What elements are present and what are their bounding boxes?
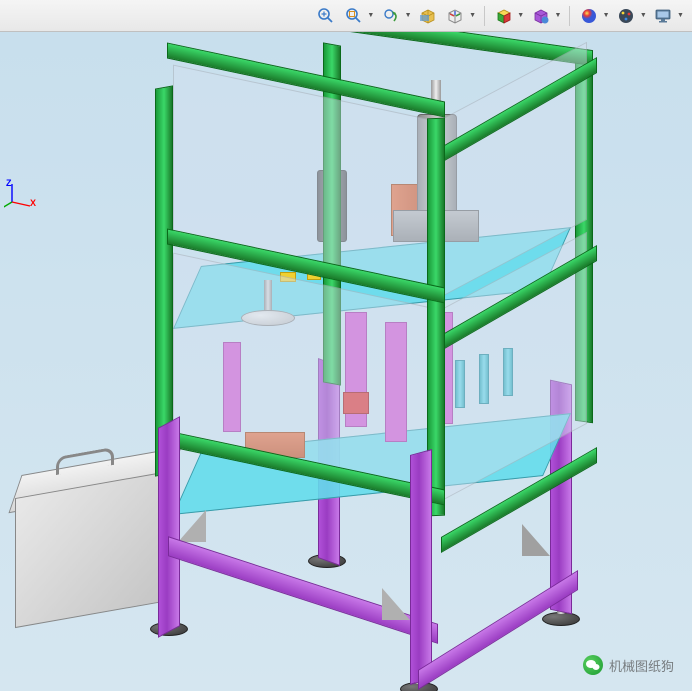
stand-rail-right bbox=[418, 570, 578, 690]
hide-show-icon bbox=[532, 7, 550, 25]
wechat-icon bbox=[583, 655, 603, 675]
control-box-body bbox=[15, 470, 175, 628]
cad-model-assembly[interactable] bbox=[0, 32, 692, 691]
previous-view-button[interactable] bbox=[380, 4, 401, 28]
stand-leg-front-right bbox=[410, 449, 432, 685]
corner-gusset bbox=[382, 588, 410, 620]
dropdown-arrow-icon[interactable]: ▼ bbox=[640, 12, 647, 19]
dropdown-arrow-icon[interactable]: ▼ bbox=[603, 12, 610, 19]
edit-appearance-button[interactable] bbox=[578, 4, 599, 28]
view-settings-button[interactable] bbox=[653, 4, 674, 28]
enclosure-post-front-left bbox=[155, 85, 173, 476]
scene-icon bbox=[617, 7, 635, 25]
section-view-button[interactable] bbox=[418, 4, 439, 28]
zoom-to-fit-button[interactable] bbox=[343, 4, 364, 28]
dropdown-arrow-icon[interactable]: ▼ bbox=[367, 12, 374, 19]
magnifier-fit-icon bbox=[345, 7, 363, 25]
stand-leg-front-left bbox=[158, 416, 180, 638]
dropdown-arrow-icon[interactable]: ▼ bbox=[554, 12, 561, 19]
leveling-foot bbox=[542, 612, 580, 626]
display-style-icon bbox=[495, 7, 513, 25]
corner-gusset bbox=[178, 510, 206, 542]
orientation-cube-icon bbox=[446, 7, 464, 25]
display-style-button[interactable] bbox=[493, 4, 514, 28]
zoom-to-area-button[interactable] bbox=[316, 4, 337, 28]
prev-view-icon bbox=[382, 7, 400, 25]
dropdown-arrow-icon[interactable]: ▼ bbox=[517, 12, 524, 19]
magnifier-icon bbox=[317, 7, 335, 25]
monitor-icon bbox=[654, 7, 672, 25]
section-icon bbox=[419, 7, 437, 25]
apply-scene-button[interactable] bbox=[616, 4, 637, 28]
machine-enclosure bbox=[125, 62, 595, 492]
toolbar-separator bbox=[569, 6, 570, 26]
dropdown-arrow-icon[interactable]: ▼ bbox=[469, 12, 476, 19]
dropdown-arrow-icon[interactable]: ▼ bbox=[405, 12, 412, 19]
toolbar-separator bbox=[484, 6, 485, 26]
view-orientation-button[interactable] bbox=[445, 4, 466, 28]
appearance-sphere-icon bbox=[580, 7, 598, 25]
corner-gusset bbox=[522, 524, 550, 556]
watermark: 机械图纸狗 bbox=[583, 655, 674, 675]
watermark-label: 机械图纸狗 bbox=[609, 656, 674, 675]
graphics-viewport[interactable]: Z X bbox=[0, 32, 692, 691]
heads-up-view-toolbar: ▼ ▼ ▼ ▼ bbox=[0, 0, 692, 32]
dropdown-arrow-icon[interactable]: ▼ bbox=[677, 12, 684, 19]
hide-show-button[interactable] bbox=[530, 4, 551, 28]
